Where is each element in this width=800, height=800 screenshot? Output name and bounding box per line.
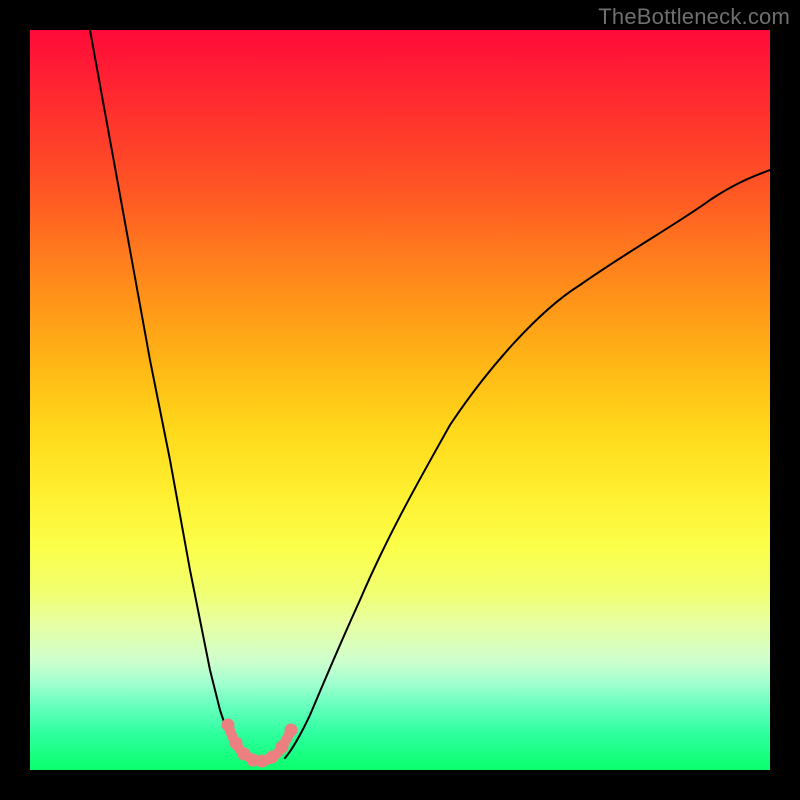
curve-left [90,30,245,758]
chart-frame: TheBottleneck.com [0,0,800,800]
watermark-text: TheBottleneck.com [598,4,790,30]
valley-markers [222,719,297,767]
curve-right [285,170,770,758]
chart-svg [30,30,770,770]
plot-area [30,30,770,770]
